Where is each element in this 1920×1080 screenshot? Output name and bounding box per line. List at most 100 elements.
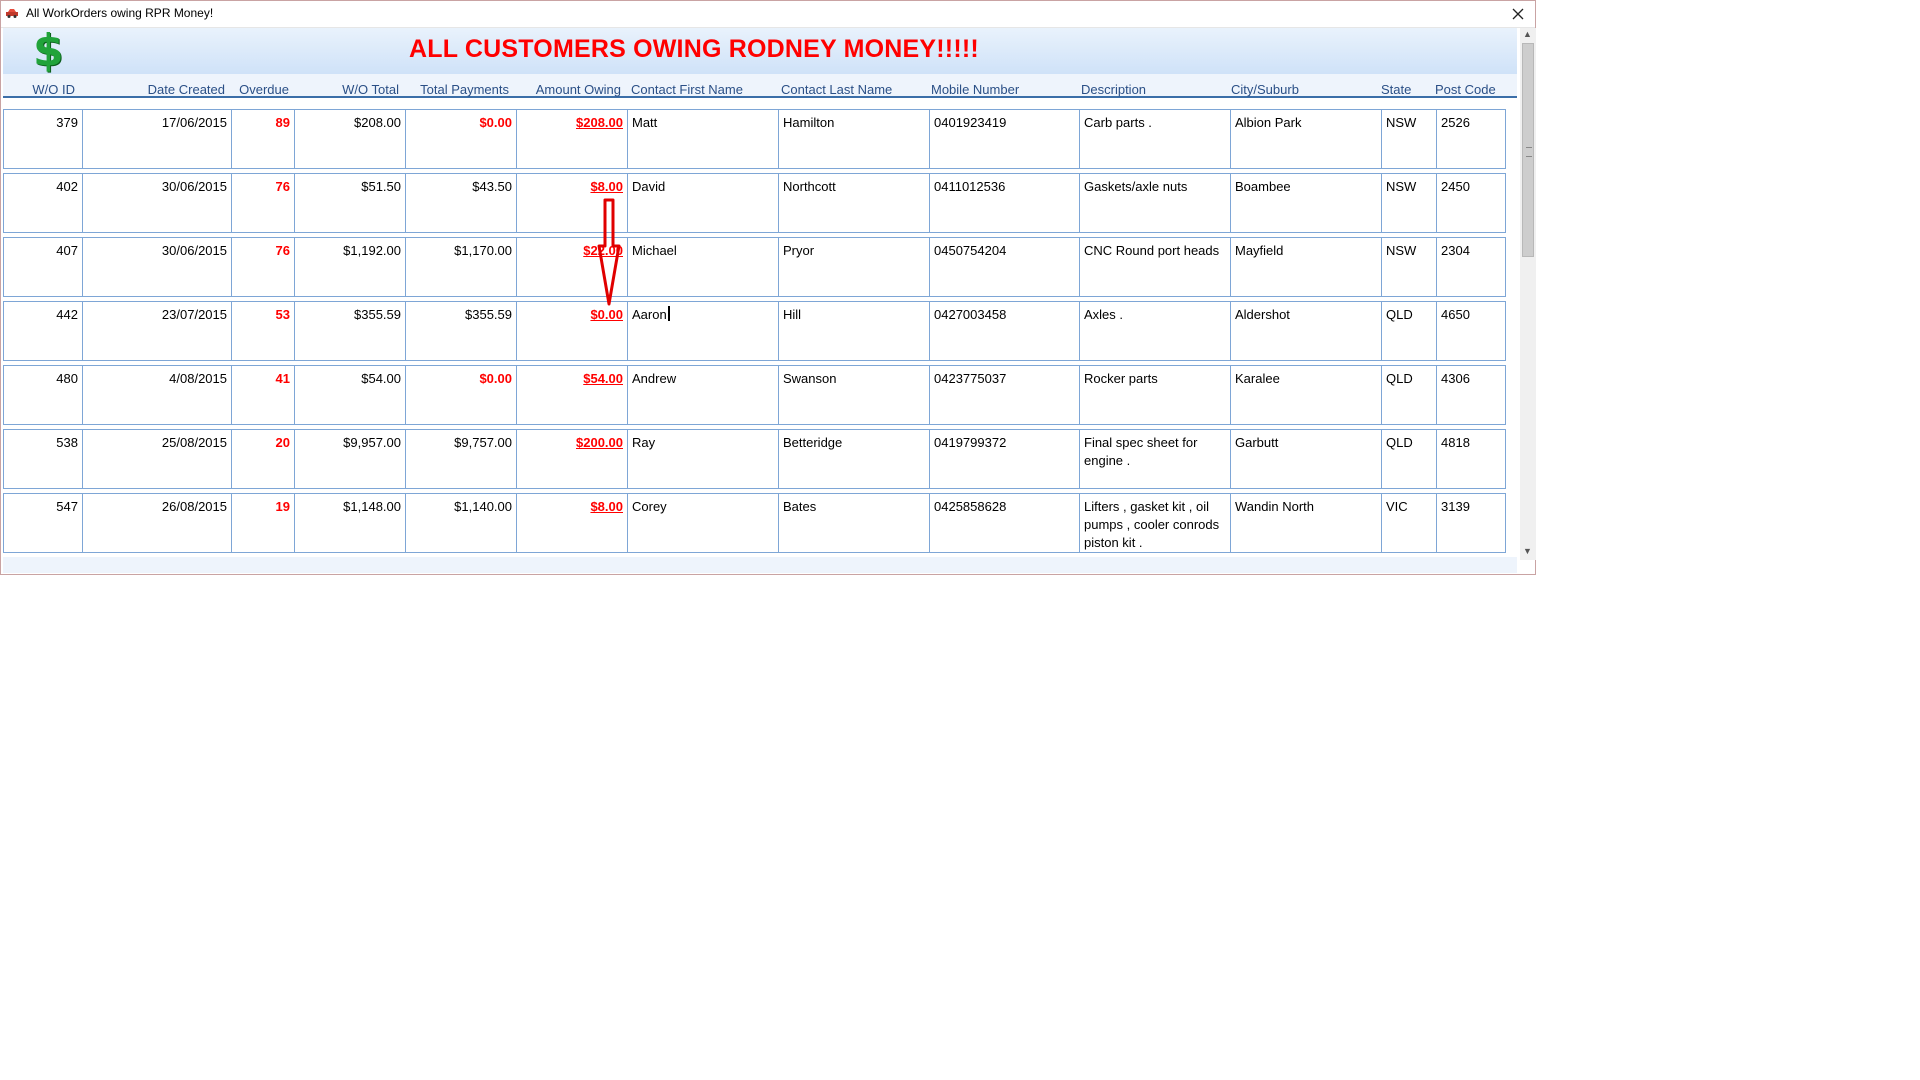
- column-header-wo-id[interactable]: W/O ID: [3, 82, 75, 97]
- cell-wo-id[interactable]: 379: [3, 109, 83, 169]
- cell-mobile[interactable]: 0427003458: [929, 301, 1080, 361]
- cell-amount-owing-value[interactable]: $8.00: [590, 499, 623, 514]
- cell-date-created[interactable]: 23/07/2015: [82, 301, 232, 361]
- cell-amount-owing[interactable]: $200.00: [516, 429, 628, 489]
- cell-last-name[interactable]: Northcott: [778, 173, 930, 233]
- cell-wo-id[interactable]: 402: [3, 173, 83, 233]
- table-row[interactable]: 538 25/08/2015 20 $9,957.00 $9,757.00 $200.00…: [3, 429, 1506, 491]
- cell-amount-owing[interactable]: $8.00: [516, 493, 628, 553]
- cell-description[interactable]: Axles .: [1079, 301, 1231, 361]
- cell-first-name[interactable]: Michael: [627, 237, 779, 297]
- vertical-scrollbar[interactable]: ▲ ▼: [1520, 28, 1536, 560]
- cell-wo-total[interactable]: $54.00: [294, 365, 406, 425]
- cell-total-payments[interactable]: $43.50: [405, 173, 517, 233]
- cell-date-created[interactable]: 26/08/2015: [82, 493, 232, 553]
- cell-date-created[interactable]: 30/06/2015: [82, 173, 232, 233]
- cell-description[interactable]: CNC Round port heads: [1079, 237, 1231, 297]
- cell-amount-owing-value[interactable]: $0.00: [590, 307, 623, 322]
- cell-mobile[interactable]: 0425858628: [929, 493, 1080, 553]
- cell-last-name[interactable]: Pryor: [778, 237, 930, 297]
- cell-last-name[interactable]: Betteridge: [778, 429, 930, 489]
- cell-description[interactable]: Carb parts .: [1079, 109, 1231, 169]
- cell-state[interactable]: QLD: [1381, 429, 1437, 489]
- scroll-up-icon[interactable]: ▲: [1523, 29, 1532, 39]
- cell-last-name[interactable]: Swanson: [778, 365, 930, 425]
- cell-overdue[interactable]: 41: [231, 365, 295, 425]
- cell-date-created[interactable]: 4/08/2015: [82, 365, 232, 425]
- cell-post-code[interactable]: 2450: [1436, 173, 1506, 233]
- cell-overdue[interactable]: 20: [231, 429, 295, 489]
- cell-last-name[interactable]: Bates: [778, 493, 930, 553]
- column-header-mobile[interactable]: Mobile Number: [931, 82, 1019, 97]
- cell-post-code[interactable]: 2304: [1436, 237, 1506, 297]
- cell-amount-owing-value[interactable]: $54.00: [583, 371, 623, 386]
- cell-city[interactable]: Wandin North: [1230, 493, 1382, 553]
- cell-first-name[interactable]: Andrew: [627, 365, 779, 425]
- cell-wo-total[interactable]: $51.50: [294, 173, 406, 233]
- cell-post-code[interactable]: 4306: [1436, 365, 1506, 425]
- cell-description[interactable]: Lifters , gasket kit , oil pumps , coole…: [1079, 493, 1231, 553]
- cell-city[interactable]: Albion Park: [1230, 109, 1382, 169]
- cell-state[interactable]: QLD: [1381, 365, 1437, 425]
- table-row[interactable]: 547 26/08/2015 19 $1,148.00 $1,140.00 $8.00 Co…: [3, 493, 1506, 555]
- cell-wo-id[interactable]: 407: [3, 237, 83, 297]
- column-header-date-created[interactable]: Date Created: [83, 82, 225, 97]
- cell-overdue[interactable]: 76: [231, 173, 295, 233]
- cell-city[interactable]: Boambee: [1230, 173, 1382, 233]
- cell-wo-total[interactable]: $9,957.00: [294, 429, 406, 489]
- cell-post-code[interactable]: 3139: [1436, 493, 1506, 553]
- cell-amount-owing[interactable]: $0.00: [516, 301, 628, 361]
- cell-overdue[interactable]: 89: [231, 109, 295, 169]
- cell-total-payments[interactable]: $1,140.00: [405, 493, 517, 553]
- cell-total-payments[interactable]: $0.00: [405, 365, 517, 425]
- cell-first-name[interactable]: Corey: [627, 493, 779, 553]
- close-button[interactable]: [1503, 2, 1533, 26]
- cell-date-created[interactable]: 25/08/2015: [82, 429, 232, 489]
- cell-mobile[interactable]: 0450754204: [929, 237, 1080, 297]
- cell-city[interactable]: Garbutt: [1230, 429, 1382, 489]
- cell-city[interactable]: Aldershot: [1230, 301, 1382, 361]
- cell-mobile[interactable]: 0419799372: [929, 429, 1080, 489]
- cell-overdue[interactable]: 76: [231, 237, 295, 297]
- cell-total-payments[interactable]: $9,757.00: [405, 429, 517, 489]
- column-header-post-code[interactable]: Post Code: [1435, 82, 1496, 97]
- column-header-state[interactable]: State: [1381, 82, 1411, 97]
- cell-wo-id[interactable]: 538: [3, 429, 83, 489]
- cell-amount-owing[interactable]: $54.00: [516, 365, 628, 425]
- cell-overdue[interactable]: 53: [231, 301, 295, 361]
- cell-date-created[interactable]: 30/06/2015: [82, 237, 232, 297]
- cell-amount-owing-value[interactable]: $8.00: [590, 179, 623, 194]
- column-header-overdue[interactable]: Overdue: [229, 82, 289, 97]
- cell-first-name[interactable]: David: [627, 173, 779, 233]
- cell-wo-id[interactable]: 480: [3, 365, 83, 425]
- cell-post-code[interactable]: 4818: [1436, 429, 1506, 489]
- cell-last-name[interactable]: Hamilton: [778, 109, 930, 169]
- cell-post-code[interactable]: 4650: [1436, 301, 1506, 361]
- cell-total-payments[interactable]: $0.00: [405, 109, 517, 169]
- cell-description[interactable]: Final spec sheet for engine .: [1079, 429, 1231, 489]
- cell-date-created[interactable]: 17/06/2015: [82, 109, 232, 169]
- column-header-amount-owing[interactable]: Amount Owing: [513, 82, 621, 97]
- scroll-down-icon[interactable]: ▼: [1523, 546, 1532, 556]
- cell-first-name[interactable]: Aaron: [627, 301, 779, 361]
- cell-post-code[interactable]: 2526: [1436, 109, 1506, 169]
- cell-state[interactable]: QLD: [1381, 301, 1437, 361]
- cell-state[interactable]: NSW: [1381, 237, 1437, 297]
- column-header-city[interactable]: City/Suburb: [1231, 82, 1299, 97]
- table-row[interactable]: 407 30/06/2015 76 $1,192.00 $1,170.00 $22.00 M…: [3, 237, 1506, 299]
- table-row[interactable]: 442 23/07/2015 53 $355.59 $355.59 $0.00 Aaron H…: [3, 301, 1506, 363]
- cell-mobile[interactable]: 0411012536: [929, 173, 1080, 233]
- column-header-last-name[interactable]: Contact Last Name: [781, 82, 892, 97]
- cell-mobile[interactable]: 0401923419: [929, 109, 1080, 169]
- cell-last-name[interactable]: Hill: [778, 301, 930, 361]
- table-row[interactable]: 480 4/08/2015 41 $54.00 $0.00 $54.00 Andrew Swa…: [3, 365, 1506, 427]
- cell-mobile[interactable]: 0423775037: [929, 365, 1080, 425]
- cell-first-name[interactable]: Ray: [627, 429, 779, 489]
- column-header-total-payments[interactable]: Total Payments: [403, 82, 509, 97]
- cell-wo-total[interactable]: $1,192.00: [294, 237, 406, 297]
- cell-description[interactable]: Rocker parts: [1079, 365, 1231, 425]
- cell-wo-id[interactable]: 547: [3, 493, 83, 553]
- cell-wo-total[interactable]: $355.59: [294, 301, 406, 361]
- cell-state[interactable]: NSW: [1381, 173, 1437, 233]
- column-header-first-name[interactable]: Contact First Name: [631, 82, 743, 97]
